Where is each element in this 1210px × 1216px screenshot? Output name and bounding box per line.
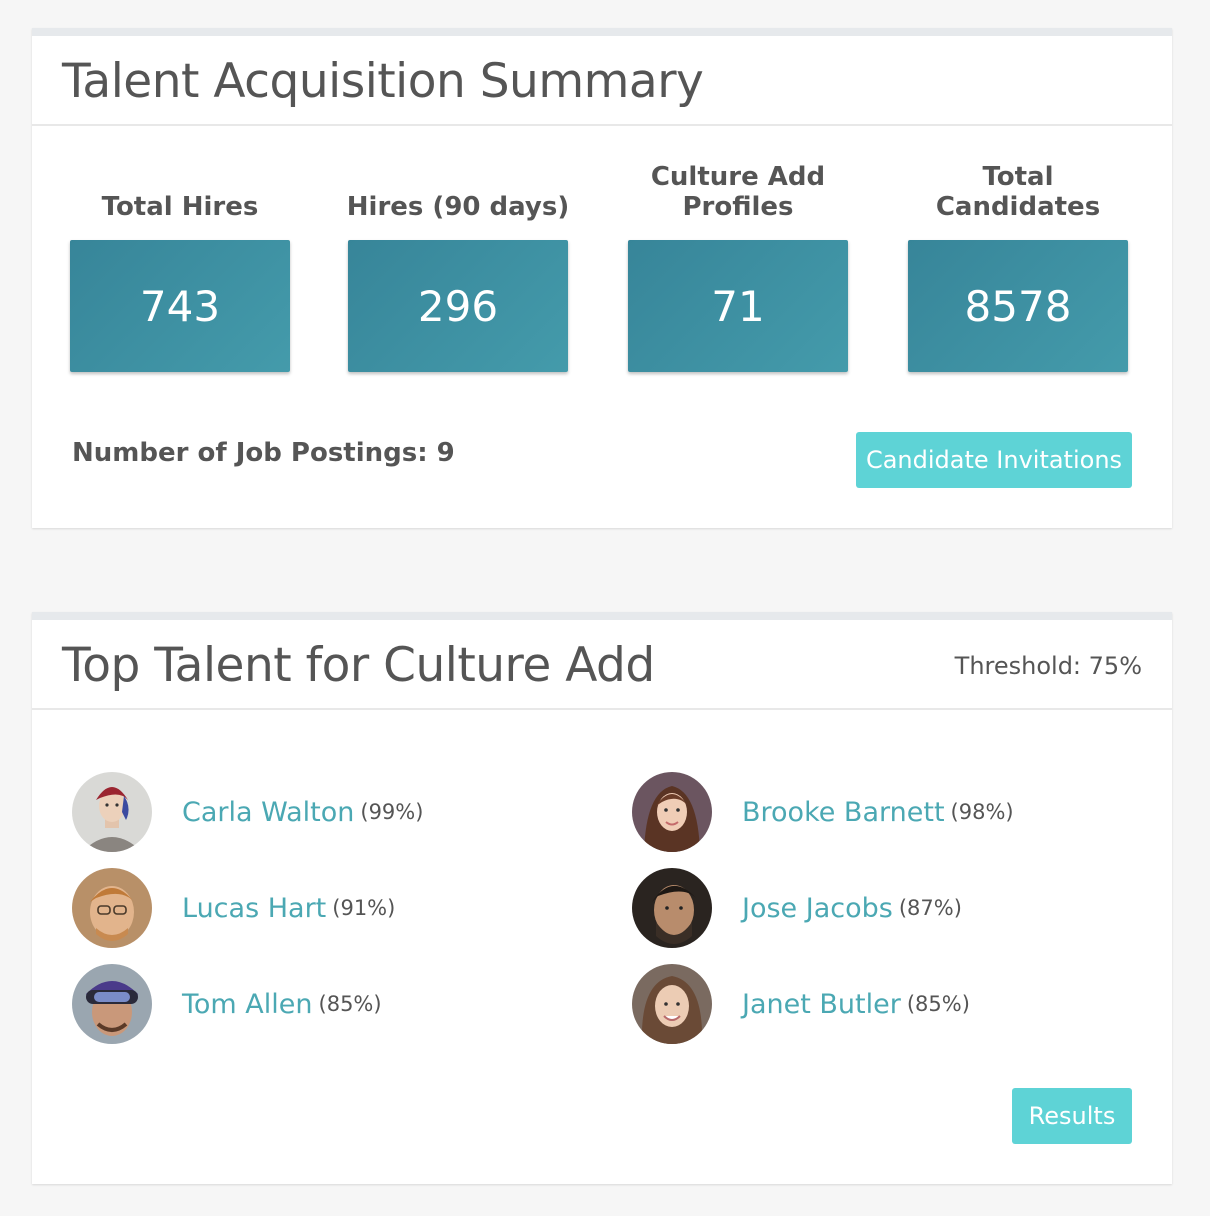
stat-value-box: 296: [348, 240, 568, 372]
talent-score: (98%): [950, 800, 1014, 824]
talent-name-link[interactable]: Jose Jacobs: [742, 893, 893, 924]
stat-value-box: 8578: [908, 240, 1128, 372]
talent-score: (85%): [318, 992, 382, 1016]
avatar: [632, 868, 712, 948]
talent-name-link[interactable]: Lucas Hart: [182, 893, 326, 924]
talent-item: Carla Walton (99%): [72, 772, 423, 852]
stat-label: Total Candidates: [935, 162, 1101, 222]
talent-item: Janet Butler (85%): [632, 964, 970, 1044]
summary-header: Talent Acquisition Summary: [32, 36, 1172, 126]
candidate-invitations-button[interactable]: Candidate Invitations: [856, 432, 1132, 488]
talent-name-link[interactable]: Tom Allen: [182, 989, 313, 1020]
talent-item: Jose Jacobs (87%): [632, 868, 962, 948]
talent-score: (91%): [332, 896, 396, 920]
threshold-label: Threshold: 75%: [954, 652, 1142, 680]
talent-name-link[interactable]: Janet Butler: [742, 989, 901, 1020]
job-postings-count: Number of Job Postings: 9: [72, 438, 455, 468]
talent-name-link[interactable]: Brooke Barnett: [742, 797, 945, 828]
talent-panel: Top Talent for Culture Add Threshold: 75…: [32, 612, 1172, 1184]
stat-value-box: 743: [70, 240, 290, 372]
talent-score: (85%): [906, 992, 970, 1016]
talent-item: Lucas Hart (91%): [72, 868, 395, 948]
stat-label: Culture Add Profiles: [650, 162, 826, 222]
talent-item: Tom Allen (85%): [72, 964, 382, 1044]
summary-title: Talent Acquisition Summary: [62, 54, 704, 109]
results-button[interactable]: Results: [1012, 1088, 1132, 1144]
talent-score: (99%): [360, 800, 424, 824]
talent-header: Top Talent for Culture Add Threshold: 75…: [32, 620, 1172, 710]
avatar: [632, 772, 712, 852]
stat-label: Hires (90 days): [346, 192, 570, 222]
talent-score: (87%): [898, 896, 962, 920]
avatar: [72, 868, 152, 948]
talent-title: Top Talent for Culture Add: [62, 638, 655, 693]
avatar: [72, 964, 152, 1044]
avatar: [72, 772, 152, 852]
avatar: [632, 964, 712, 1044]
stat-label: Total Hires: [101, 192, 259, 222]
talent-item: Brooke Barnett (98%): [632, 772, 1014, 852]
talent-name-link[interactable]: Carla Walton: [182, 797, 354, 828]
stat-value-box: 71: [628, 240, 848, 372]
summary-panel: Talent Acquisition Summary Total Hires 7…: [32, 28, 1172, 528]
